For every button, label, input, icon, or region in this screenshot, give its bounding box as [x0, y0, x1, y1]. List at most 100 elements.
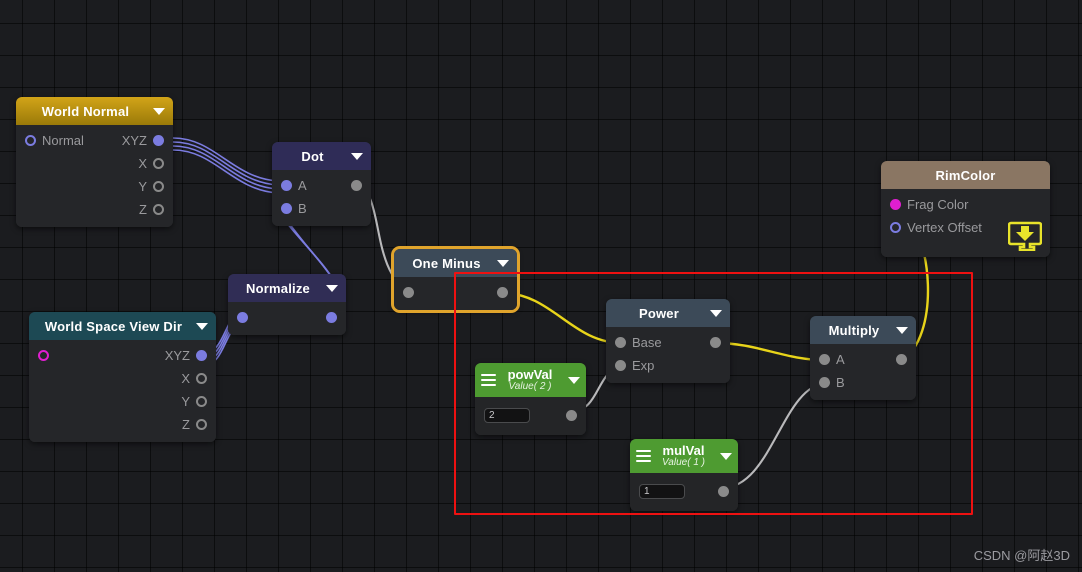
node-rimcolor[interactable]: RimColor Frag Color Vertex Offset: [881, 161, 1050, 257]
port-label: A: [298, 178, 307, 193]
port-row-b[interactable]: B: [810, 371, 916, 394]
value-node-titles: mulVal Value( 1 ): [653, 444, 714, 468]
menu-icon[interactable]: [636, 450, 651, 462]
socket-b-input[interactable]: [281, 203, 292, 214]
port-row-inout[interactable]: [394, 281, 517, 304]
value-input[interactable]: 2: [484, 407, 530, 423]
node-subtitle: Value( 2 ): [508, 380, 552, 392]
socket-xyz-output[interactable]: [196, 350, 207, 361]
socket-output[interactable]: [497, 287, 508, 298]
value-row[interactable]: 1: [630, 478, 738, 504]
socket-z-output[interactable]: [196, 419, 207, 430]
socket-x-output[interactable]: [153, 158, 164, 169]
port-row-y[interactable]: Y: [16, 175, 173, 198]
wire-worldnormal-to-dot-a: [172, 137, 279, 194]
port-row-b[interactable]: B: [272, 197, 371, 220]
port-row-frag-color[interactable]: Frag Color: [881, 193, 1050, 216]
node-powval[interactable]: powVal Value( 2 ) 2: [475, 363, 586, 435]
node-header-powval[interactable]: powVal Value( 2 ): [475, 363, 586, 397]
socket-base-input[interactable]: [615, 337, 626, 348]
chevron-down-icon[interactable]: [568, 376, 580, 384]
chevron-down-icon[interactable]: [196, 322, 208, 330]
chevron-down-icon[interactable]: [351, 152, 363, 160]
socket-xyz-output[interactable]: [153, 135, 164, 146]
socket-output[interactable]: [896, 354, 907, 365]
socket-a-input[interactable]: [281, 180, 292, 191]
node-title: Normalize: [246, 280, 310, 296]
node-power[interactable]: Power Base Exp: [606, 299, 730, 383]
node-multiply[interactable]: Multiply A B: [810, 316, 916, 400]
node-graph-canvas[interactable]: World Normal Normal XYZ X Y Z Dot A B No…: [0, 0, 1082, 572]
port-row-a[interactable]: A: [810, 348, 916, 371]
port-row-x[interactable]: X: [29, 367, 216, 390]
node-header-rimcolor[interactable]: RimColor: [881, 161, 1050, 189]
socket-input[interactable]: [403, 287, 414, 298]
port-label: Z: [182, 417, 190, 432]
chevron-down-icon[interactable]: [326, 284, 338, 292]
node-title: mulVal: [662, 442, 705, 458]
chevron-down-icon[interactable]: [720, 452, 732, 460]
socket-normal-input[interactable]: [25, 135, 36, 146]
node-header-mulval[interactable]: mulVal Value( 1 ): [630, 439, 738, 473]
node-body: Normal XYZ X Y Z: [16, 125, 173, 227]
port-row-z[interactable]: Z: [29, 413, 216, 436]
node-title: World Space View Dir: [44, 318, 183, 334]
node-header-normalize[interactable]: Normalize: [228, 274, 346, 302]
port-row-inout[interactable]: [228, 306, 346, 329]
socket-out-output[interactable]: [351, 180, 362, 191]
port-row-z[interactable]: Z: [16, 198, 173, 221]
socket-output[interactable]: [566, 409, 577, 421]
socket-output[interactable]: [710, 337, 721, 348]
node-header-world-normal[interactable]: World Normal: [16, 97, 173, 125]
port-row-a[interactable]: A: [272, 174, 371, 197]
node-body: Frag Color Vertex Offset: [881, 189, 1050, 257]
node-body: XYZ X Y Z: [29, 340, 216, 442]
node-header-world-space-view-dir[interactable]: World Space View Dir: [29, 312, 216, 340]
node-header-multiply[interactable]: Multiply: [810, 316, 916, 344]
port-row-exp[interactable]: Exp: [606, 354, 730, 377]
socket-output[interactable]: [718, 485, 729, 497]
node-dot[interactable]: Dot A B: [272, 142, 371, 226]
node-world-normal[interactable]: World Normal Normal XYZ X Y Z: [16, 97, 173, 227]
socket-y-output[interactable]: [196, 396, 207, 407]
port-label: Exp: [632, 358, 655, 373]
socket-vertex-offset-input[interactable]: [890, 222, 901, 233]
node-mulval[interactable]: mulVal Value( 1 ) 1: [630, 439, 738, 511]
socket-a-input[interactable]: [819, 354, 830, 365]
node-header-one-minus[interactable]: One Minus: [394, 249, 517, 277]
value-row[interactable]: 2: [475, 402, 586, 428]
node-one-minus[interactable]: One Minus: [394, 249, 517, 310]
menu-icon[interactable]: [481, 374, 496, 386]
port-row-xyz[interactable]: XYZ: [29, 344, 216, 367]
chevron-down-icon[interactable]: [497, 259, 509, 267]
node-world-space-view-dir[interactable]: World Space View Dir XYZ X Y Z: [29, 312, 216, 442]
socket-y-output[interactable]: [153, 181, 164, 192]
socket-input[interactable]: [237, 312, 248, 323]
node-title: World Normal: [41, 103, 130, 119]
socket-x-output[interactable]: [196, 373, 207, 384]
chevron-down-icon[interactable]: [896, 326, 908, 334]
node-header-power[interactable]: Power: [606, 299, 730, 327]
node-normalize[interactable]: Normalize: [228, 274, 346, 335]
port-row-normal[interactable]: Normal XYZ: [16, 129, 173, 152]
node-body: A B: [810, 344, 916, 400]
save-icon[interactable]: [1008, 221, 1042, 251]
value-input[interactable]: 1: [639, 483, 685, 499]
socket-frag-color-input[interactable]: [890, 199, 901, 210]
socket-input[interactable]: [38, 350, 49, 361]
port-row-y[interactable]: Y: [29, 390, 216, 413]
chevron-down-icon[interactable]: [710, 309, 722, 317]
port-row-x[interactable]: X: [16, 152, 173, 175]
port-label: Normal: [42, 133, 84, 148]
socket-z-output[interactable]: [153, 204, 164, 215]
node-body: A B: [272, 170, 371, 226]
socket-b-input[interactable]: [819, 377, 830, 388]
port-label: Z: [139, 202, 147, 217]
socket-exp-input[interactable]: [615, 360, 626, 371]
value-node-titles: powVal Value( 2 ): [498, 368, 562, 392]
chevron-down-icon[interactable]: [153, 107, 165, 115]
port-row-base[interactable]: Base: [606, 331, 730, 354]
socket-output[interactable]: [326, 312, 337, 323]
node-header-dot[interactable]: Dot: [272, 142, 371, 170]
port-label: XYZ: [164, 348, 190, 363]
